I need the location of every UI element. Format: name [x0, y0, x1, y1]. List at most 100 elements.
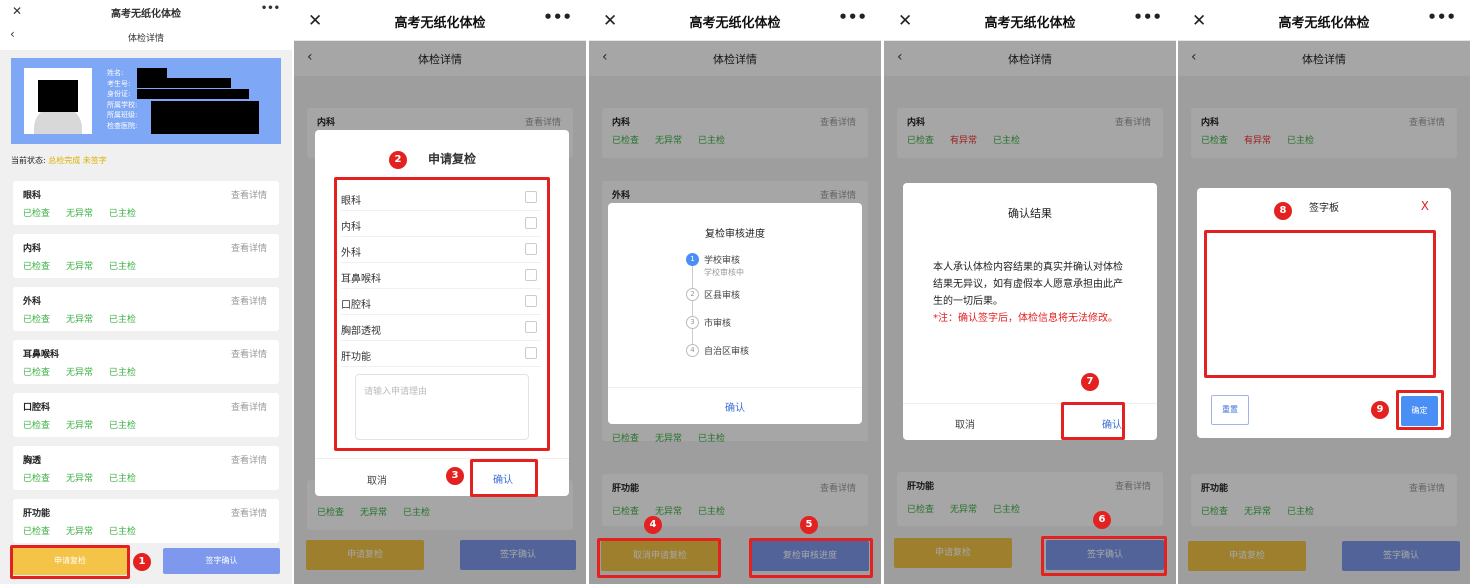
step-marker: 8	[1274, 202, 1292, 220]
view-detail-link[interactable]: 查看详情	[231, 294, 267, 307]
more-icon[interactable]: •••	[261, 3, 280, 14]
doctor-label: 已主检	[109, 368, 137, 378]
section-card[interactable]: 内科 查看详情 已检查 无异常 已主检	[13, 234, 279, 278]
step-circle: 3	[686, 316, 699, 329]
section-card[interactable]: 胸透 查看详情 已检查 无异常 已主检	[13, 446, 279, 490]
app-title: 高考无纸化体检	[984, 16, 1076, 31]
section-card[interactable]: 肝功能 查看详情 已检查 无异常 已主检	[13, 499, 279, 543]
top-bar: ✕ 高考无纸化体检 •••	[0, 0, 292, 24]
step-marker: 1	[133, 553, 151, 571]
step-marker: 4	[644, 516, 662, 534]
highlight-box	[749, 538, 873, 578]
field-id: 考生号:	[107, 79, 131, 88]
result-label: 无异常	[66, 527, 94, 537]
more-icon[interactable]: •••	[543, 8, 572, 26]
highlight-box	[1396, 390, 1444, 430]
section-card[interactable]: 口腔科 查看详情已检查 无异常 已主检	[13, 393, 279, 437]
sign-confirm-button[interactable]: 签字确认	[163, 548, 280, 574]
section-status: 已检查 无异常 已主检	[23, 365, 152, 378]
result-label: 无异常	[66, 368, 94, 378]
view-detail-link[interactable]: 查看详情	[231, 188, 267, 201]
highlight-box	[597, 538, 721, 578]
view-detail-link[interactable]: 查看详情	[231, 347, 267, 360]
field-school: 所属学校:	[107, 100, 138, 109]
checked-label: 已检查	[23, 368, 51, 378]
cancel-button[interactable]: 取消	[367, 472, 387, 487]
more-icon[interactable]: •••	[838, 8, 867, 26]
avatar	[24, 68, 92, 134]
checked-label: 已检查	[23, 209, 51, 219]
doctor-label: 已主检	[109, 262, 137, 272]
cancel-button[interactable]: 取消	[955, 416, 975, 431]
section-name: 胸透	[23, 456, 42, 466]
panel-3: ✕ 高考无纸化体检 ••• ‹ 体检详情 内科 查看详情 已检查 无异常 已主检 外…	[589, 0, 881, 584]
field-card: 身份证:	[107, 90, 131, 98]
section-status: 已检查 无异常 已主检	[23, 418, 152, 431]
view-detail-link[interactable]: 查看详情	[231, 241, 267, 254]
result-label: 无异常	[66, 209, 94, 219]
section-status: 已检查 无异常 已主检	[23, 259, 152, 272]
modal-title: 确认结果	[1008, 207, 1052, 220]
step-marker: 7	[1081, 373, 1099, 391]
redaction	[137, 68, 167, 78]
highlight-box	[1041, 536, 1167, 576]
result-label: 无异常	[66, 315, 94, 325]
highlight-box	[334, 177, 550, 451]
step-label: 区县审核	[704, 291, 741, 301]
modal-title: 签字板	[1309, 203, 1339, 214]
more-icon[interactable]: •••	[1427, 8, 1456, 26]
modal-title: 复检审核进度	[705, 229, 765, 240]
divider	[608, 387, 862, 388]
sub-bar: ‹ 体检详情	[0, 24, 292, 50]
section-name: 外科	[23, 297, 42, 307]
checked-label: 已检查	[23, 474, 51, 484]
step-marker: 6	[1093, 511, 1111, 529]
app-title: 高考无纸化体检	[394, 16, 486, 31]
step-marker: 3	[446, 467, 464, 485]
status-label: 当前状态:	[11, 156, 46, 165]
highlight-box	[1061, 402, 1125, 440]
top-bar: ✕ 高考无纸化体检 •••	[589, 0, 881, 41]
view-detail-link[interactable]: 查看详情	[231, 453, 267, 466]
confirm-button[interactable]: 确认	[608, 399, 862, 414]
doctor-label: 已主检	[109, 209, 137, 219]
section-status: 已检查 无异常 已主检	[23, 524, 152, 537]
redaction	[137, 78, 231, 88]
field-hospital: 检查医院:	[107, 121, 138, 130]
section-name: 内科	[23, 244, 42, 254]
step-label: 市审核	[704, 319, 732, 329]
close-x-icon[interactable]: X	[1421, 199, 1429, 213]
reset-button[interactable]: 重置	[1211, 395, 1249, 425]
more-icon[interactable]: •••	[1133, 8, 1162, 26]
step-circle: 1	[686, 253, 699, 266]
confirm-note: *注：确认签字后，体检信息将无法修改。	[933, 313, 1118, 324]
section-card[interactable]: 耳鼻喉科 查看详情 已检查 无异常 已主检	[13, 340, 279, 384]
section-status: 已检查 无异常 已主检	[23, 206, 152, 219]
app-title: 高考无纸化体检	[111, 9, 181, 20]
panel-1: ✕ 高考无纸化体检 ••• ‹ 体检详情 姓名: 考生号: 身份证: 所属学校:…	[0, 0, 292, 584]
panel-2: ✕ 高考无纸化体检 ••• ‹ 体检详情 内科 查看详情 已检查 无异常 已主检 申…	[294, 0, 586, 584]
page-title: 体检详情	[127, 34, 164, 44]
progress-steps: 1 学校审核 学校审核中 2 区县审核 3 市审核 4 自治区审核	[686, 253, 826, 363]
top-bar: ✕ 高考无纸化体检 •••	[1178, 0, 1470, 41]
top-bar: ✕ 高考无纸化体检 •••	[884, 0, 1176, 41]
view-detail-link[interactable]: 查看详情	[231, 506, 267, 519]
app-title: 高考无纸化体检	[689, 16, 781, 31]
doctor-label: 已主检	[109, 421, 137, 431]
section-card[interactable]: 眼科 查看详情 已检查 无异常 已主检	[13, 181, 279, 225]
field-class: 所属班级:	[107, 111, 138, 119]
step-marker: 2	[389, 151, 407, 169]
step-marker: 9	[1371, 401, 1389, 419]
profile-fields: 姓名: 考生号: 身份证: 所属学校: 所属班级: 检查医院:	[107, 68, 137, 131]
result-label: 无异常	[66, 262, 94, 272]
panel-5: ✕ 高考无纸化体检 ••• ‹ 体检详情 内科 查看详情 已检查 有异常 已主检 肝…	[1178, 0, 1470, 584]
progress-modal: 复检审核进度 1 学校审核 学校审核中 2 区县审核 3 市审核 4 自治区审核…	[608, 203, 862, 424]
section-name: 口腔科	[23, 403, 51, 413]
section-card[interactable]: 外科 查看详情 已检查 无异常 已主检	[13, 287, 279, 331]
step-label: 学校审核	[704, 256, 741, 266]
doctor-label: 已主检	[109, 527, 137, 537]
view-detail-link[interactable]: 查看详情	[231, 400, 267, 413]
redaction	[137, 89, 249, 99]
step-line	[692, 265, 693, 353]
step-sub: 学校审核中	[704, 268, 744, 277]
